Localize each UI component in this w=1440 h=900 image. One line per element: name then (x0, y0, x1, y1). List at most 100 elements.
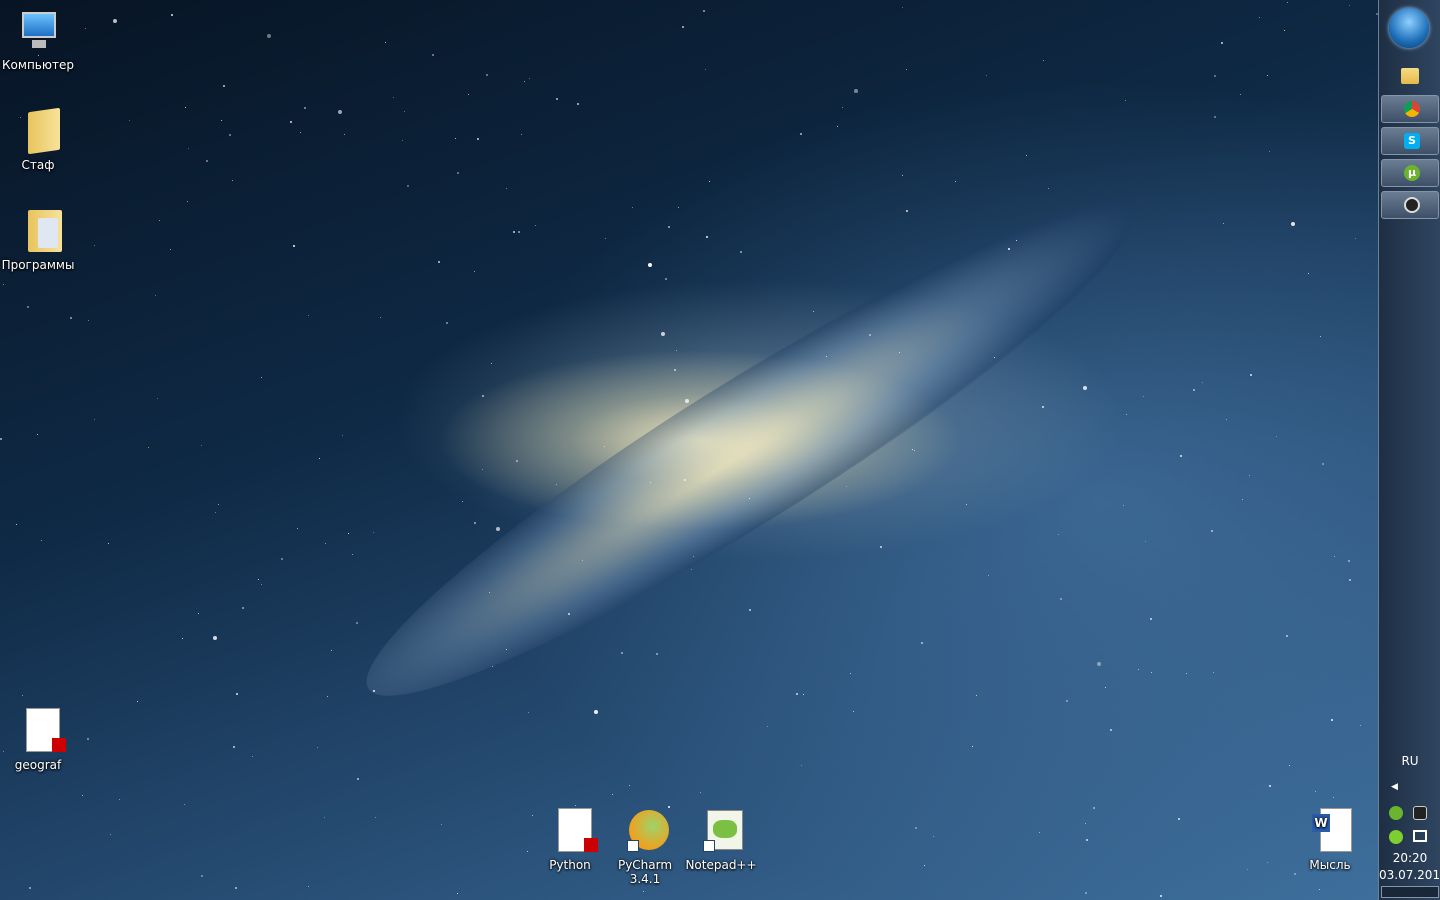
folder-icon[interactable] (1401, 68, 1419, 84)
star (325, 542, 327, 544)
desktop-icon-pycharm[interactable]: PyCharm 3.4.1 (607, 808, 683, 886)
star (1178, 818, 1181, 821)
star (1333, 555, 1335, 557)
folder-icon (14, 107, 62, 156)
star (649, 482, 651, 484)
star (1240, 94, 1242, 96)
star (136, 701, 138, 703)
desktop-icon-notepadpp[interactable]: Notepad++ (683, 808, 759, 872)
star (341, 434, 343, 436)
star (1213, 672, 1215, 674)
notepadpp-icon (697, 808, 745, 856)
star (445, 321, 448, 324)
star (171, 13, 174, 16)
star (373, 531, 375, 533)
clock-date[interactable]: 03.07.2014 (1379, 868, 1440, 882)
star (1150, 672, 1152, 674)
star (1185, 672, 1187, 674)
star (220, 120, 222, 122)
star (620, 652, 623, 655)
star (87, 738, 90, 741)
star (385, 41, 387, 43)
star (976, 694, 978, 696)
utorrent-tray-icon[interactable] (1389, 806, 1403, 820)
star (512, 231, 515, 233)
star (902, 174, 904, 176)
star (217, 504, 219, 506)
star (1276, 435, 1278, 437)
star (521, 133, 523, 135)
desktop-icon-python[interactable]: Python (532, 808, 608, 872)
steam-tray-icon[interactable] (1413, 806, 1427, 820)
star (708, 181, 710, 183)
star (920, 641, 923, 644)
taskbar-button-chrome[interactable] (1381, 95, 1439, 123)
start-button[interactable] (1389, 8, 1429, 48)
star (1180, 454, 1183, 457)
show-desktop-button[interactable] (1381, 886, 1439, 898)
desktop-icon-mysl[interactable]: W Мысль (1292, 808, 1368, 872)
icon-label: Программы (1, 258, 75, 272)
star (739, 251, 742, 254)
taskbar-button-skype[interactable]: S (1381, 127, 1439, 155)
star (200, 875, 203, 878)
star (26, 305, 29, 308)
icon-label: Стаф (21, 158, 55, 172)
star (1211, 530, 1214, 533)
star (1287, 2, 1289, 4)
star (402, 140, 404, 142)
star (292, 244, 295, 247)
star (1269, 785, 1272, 788)
star (338, 109, 343, 114)
star (985, 74, 987, 76)
star (232, 745, 235, 748)
taskbar-button-steam[interactable] (1381, 191, 1439, 219)
taskbar-button-utorrent[interactable]: µ (1381, 159, 1439, 187)
star (1109, 728, 1112, 731)
taskbar: S µ RU ◀ 20:20 03.07.2014 (1378, 0, 1440, 900)
network-icon[interactable] (1413, 830, 1427, 842)
desktop-icon-staff-folder[interactable]: Стаф (0, 107, 76, 172)
star (684, 398, 689, 403)
star (1104, 687, 1106, 689)
star (0, 438, 3, 441)
star (1085, 838, 1088, 841)
star (407, 184, 410, 187)
desktop-icon-geograf[interactable]: geograf (0, 708, 76, 772)
icon-label: Python (549, 858, 591, 872)
star (432, 54, 435, 57)
star (837, 125, 839, 127)
star (1047, 187, 1049, 189)
star (28, 886, 31, 889)
star (748, 608, 751, 611)
star (94, 418, 96, 420)
desktop-icon-computer[interactable]: Компьютер (0, 8, 76, 72)
star (628, 785, 630, 787)
desktop-icon-programs-folder[interactable]: Программы (0, 208, 76, 272)
star (215, 512, 217, 514)
star (1025, 155, 1027, 157)
star (705, 236, 708, 239)
star (482, 469, 484, 471)
star (1057, 533, 1059, 535)
star (846, 486, 848, 488)
clock-time[interactable]: 20:20 (1379, 851, 1440, 865)
star (84, 28, 86, 30)
star (1038, 832, 1040, 834)
star (1065, 699, 1068, 702)
star (1043, 60, 1045, 61)
show-hidden-icons-arrow[interactable]: ◀ (1391, 782, 1398, 792)
star (1246, 869, 1248, 871)
star (403, 111, 405, 113)
star (518, 230, 521, 233)
language-indicator[interactable]: RU (1379, 754, 1440, 768)
star (987, 575, 989, 577)
folder-icon (14, 208, 62, 256)
star (1331, 718, 1334, 721)
status-tray-icon[interactable] (1389, 830, 1403, 844)
star (853, 711, 855, 713)
star (197, 613, 199, 615)
star (1248, 475, 1250, 477)
star (676, 349, 678, 351)
star (632, 206, 634, 208)
